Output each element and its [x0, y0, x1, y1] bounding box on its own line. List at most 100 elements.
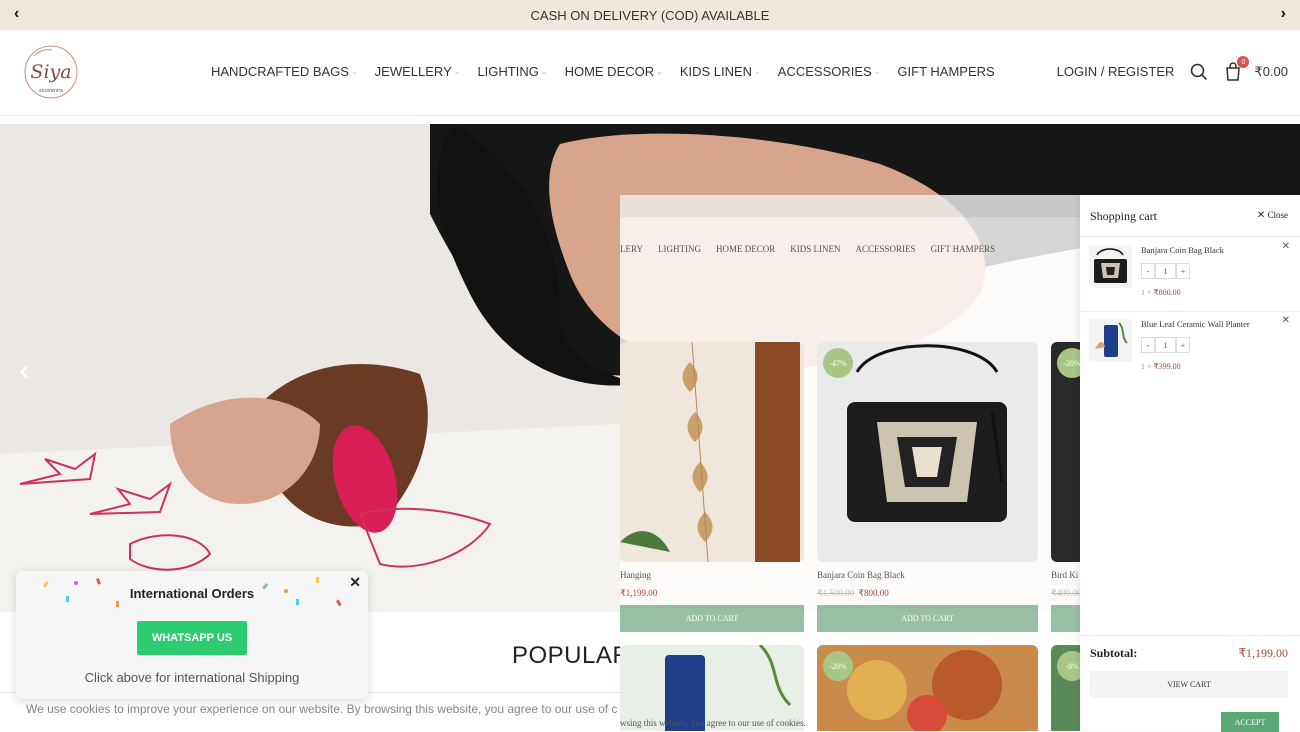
popup-text: Click above for international Shipping [84, 670, 300, 685]
cart-item-name[interactable]: Blue Leaf Ceramic Wall Planter [1141, 319, 1250, 329]
overlay-cookie-text: wsing this website, you agree to our use… [620, 718, 806, 728]
nav-item-kids-linen[interactable]: KIDS LINEN ⌄ [680, 64, 761, 79]
add-to-cart-button[interactable]: ADD TO CART [620, 605, 804, 632]
cart-item-price: 1 × ₹399.00 [1141, 362, 1181, 371]
qty-input[interactable]: 1 [1155, 263, 1176, 279]
whatsapp-button[interactable]: WHATSAPP US [137, 621, 247, 655]
cart-count-badge: 0 [1237, 56, 1250, 68]
nav-item-handcrafted-bags[interactable]: HANDCRAFTED BAGS ⌄ [211, 64, 358, 79]
qty-prefix: 1 × [1141, 362, 1152, 371]
qty-minus-button[interactable]: - [1141, 337, 1155, 353]
cart-total[interactable]: ₹0.00 [1254, 64, 1288, 80]
svg-text:souvenirs: souvenirs [39, 88, 63, 94]
qty-minus-button[interactable]: - [1141, 263, 1155, 279]
price-current: ₹1,199.00 [620, 588, 658, 598]
chevron-down-icon: ⌄ [873, 67, 881, 76]
next-arrow-icon[interactable]: › [1281, 5, 1286, 23]
remove-item-icon[interactable]: ✕ [1282, 241, 1290, 252]
price-old: ₹1,500.00 [817, 588, 855, 598]
cart-item-image[interactable] [1089, 245, 1132, 288]
price-old: ₹499.00 [1051, 588, 1080, 598]
cart-item-name[interactable]: Banjara Coin Bag Black [1141, 245, 1224, 255]
site-header: Siya souvenirs HANDCRAFTED BAGS ⌄ JEWELLE… [0, 30, 1300, 116]
qty-plus-button[interactable]: + [1176, 337, 1190, 353]
overlay-nav-item: LIGHTING [658, 244, 702, 254]
close-icon: ✕ [1256, 210, 1266, 221]
add-to-cart-button[interactable] [1051, 605, 1080, 632]
product-price: ₹1,199.00 [620, 588, 657, 599]
discount-badge: -20% [1057, 348, 1080, 378]
background-page-overlay: LERY LIGHTING HOME DECOR KIDS LINEN ACCE… [620, 195, 1080, 731]
nav-item-accessories[interactable]: ACCESSORIES ⌄ [778, 64, 881, 79]
nav-item-jewellery[interactable]: JEWELLERY ⌄ [375, 64, 461, 79]
nav-label: ACCESSORIES [777, 64, 872, 79]
quantity-stepper: - 1 + [1141, 263, 1190, 279]
chevron-down-icon: ⌄ [540, 67, 548, 76]
nav-item-home-decor[interactable]: HOME DECOR ⌄ [565, 64, 663, 79]
chevron-down-icon: ⌄ [754, 67, 761, 76]
nav-item-gift-hampers[interactable]: GIFT HAMPERS [897, 64, 994, 79]
accept-cookies-button[interactable]: ACCEPT [1221, 712, 1279, 732]
cart-item-image[interactable] [1089, 319, 1132, 362]
product-name[interactable]: Hanging [620, 570, 651, 580]
product-price: ₹1,500.00 ₹800.00 [817, 588, 889, 599]
announcement-text: CASH ON DELIVERY (COD) AVAILABLE [530, 7, 770, 23]
discount-badge: -20% [823, 651, 853, 681]
popup-title: International Orders [129, 586, 255, 601]
overlay-nav-item: LERY [620, 244, 644, 254]
overlay-nav-item: ACCESSORIES [855, 244, 916, 254]
international-orders-popup: ✕ International Orders WHATSAPP US Click… [16, 571, 368, 699]
overlay-strip [620, 195, 1080, 217]
svg-text:Siya: Siya [30, 61, 71, 83]
view-cart-button[interactable]: VIEW CART [1090, 671, 1288, 698]
qty-plus-button[interactable]: + [1176, 263, 1190, 279]
nav-label: KIDS LINEN [679, 64, 753, 79]
discount-badge: -47% [823, 348, 853, 378]
price-value: ₹399.00 [1153, 362, 1181, 371]
cart-icon[interactable]: 0 [1224, 56, 1250, 81]
hero-prev-arrow-icon[interactable]: ‹ [18, 354, 30, 389]
cart-close-button[interactable]: ✕ Close [1257, 210, 1288, 221]
price-current: ₹800.00 [858, 588, 889, 598]
header-actions: LOGIN / REGISTER 0 ₹0.00 [1057, 56, 1288, 81]
product-price: ₹499.00 [1051, 588, 1080, 599]
product-name[interactable]: Bird Ki [1051, 570, 1078, 580]
prev-arrow-icon[interactable]: ‹ [14, 5, 19, 23]
chevron-down-icon: ⌄ [350, 67, 358, 76]
cart-item-price: 1 × ₹800.00 [1141, 288, 1181, 297]
overlay-nav: LERY LIGHTING HOME DECOR KIDS LINEN ACCE… [620, 244, 1010, 254]
search-icon[interactable] [1190, 63, 1208, 81]
remove-item-icon[interactable]: ✕ [1282, 315, 1290, 326]
quantity-stepper: - 1 + [1141, 337, 1190, 353]
nav-item-lighting[interactable]: LIGHTING ⌄ [477, 64, 547, 79]
subtotal-label: Subtotal: [1090, 646, 1138, 660]
qty-input[interactable]: 1 [1155, 337, 1176, 353]
qty-prefix: 1 × [1141, 288, 1152, 297]
price-value: ₹800.00 [1153, 288, 1181, 297]
close-label: Close [1267, 210, 1288, 220]
cart-item: Banjara Coin Bag Black ✕ - 1 + 1 × ₹800.… [1080, 237, 1300, 311]
nav-label: HANDCRAFTED BAGS [211, 64, 349, 79]
nav-label: LIGHTING [477, 64, 539, 79]
cart-item: Blue Leaf Ceramic Wall Planter ✕ - 1 + 1… [1080, 311, 1300, 385]
login-register-link[interactable]: LOGIN / REGISTER [1057, 64, 1175, 79]
product-image[interactable] [817, 342, 1038, 562]
main-nav: HANDCRAFTED BAGS ⌄ JEWELLERY ⌄ LIGHTING ⌄ H… [211, 64, 1012, 79]
overlay-nav-item: GIFT HAMPERS [930, 244, 996, 254]
discount-badge: -8% [1057, 651, 1080, 681]
subtotal-value: ₹1,199.00 [1238, 646, 1288, 660]
nav-label: JEWELLERY [374, 64, 452, 79]
shopping-cart-drawer: Shopping cart ✕ Close Banjara Coin Bag B… [1080, 195, 1300, 731]
logo[interactable]: Siya souvenirs [22, 38, 80, 106]
section-title: POPULAR [512, 642, 631, 669]
overlay-nav-item: KIDS LINEN [790, 244, 841, 254]
nav-label: GIFT HAMPERS [897, 64, 995, 79]
announcement-bar: ‹ CASH ON DELIVERY (COD) AVAILABLE › [0, 0, 1300, 30]
product-image[interactable] [620, 342, 804, 562]
cart-title: Shopping cart [1090, 209, 1157, 223]
chevron-down-icon: ⌄ [656, 67, 663, 76]
add-to-cart-button[interactable]: ADD TO CART [817, 605, 1038, 632]
cookie-text: We use cookies to improve your experienc… [26, 702, 618, 716]
divider [1080, 635, 1300, 636]
product-name[interactable]: Banjara Coin Bag Black [817, 570, 905, 580]
